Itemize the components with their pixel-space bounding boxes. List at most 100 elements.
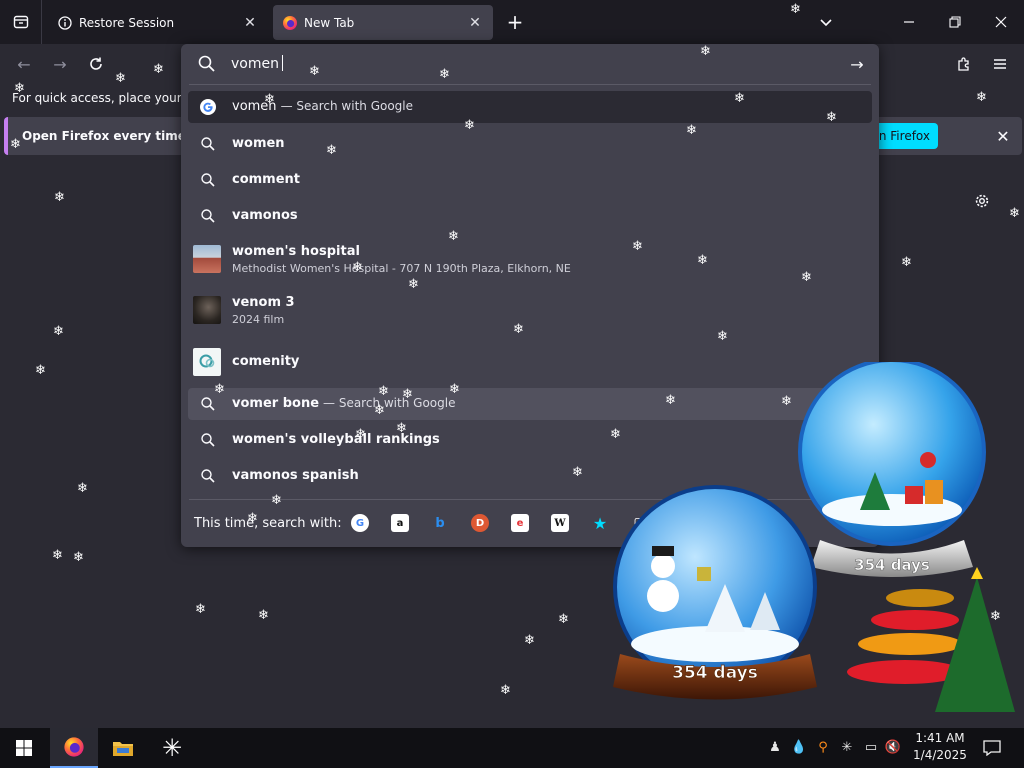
result-row[interactable]: vomen — Search with Google xyxy=(188,91,872,123)
tray-snowflake-icon[interactable]: ✳ xyxy=(838,738,856,756)
result-row[interactable]: venom 3 2024 film xyxy=(188,289,872,333)
back-button[interactable]: ← xyxy=(12,52,36,76)
result-row[interactable]: vamonos xyxy=(188,200,872,232)
minimize-icon xyxy=(904,21,914,23)
folder-icon xyxy=(113,742,133,756)
arrow-left-icon: ← xyxy=(17,54,31,74)
taskbar-clock[interactable]: 1:41 AM 1/4/2025 xyxy=(906,730,974,764)
firefox-icon xyxy=(64,737,84,757)
close-window-button[interactable] xyxy=(978,0,1024,44)
text-caret xyxy=(281,55,283,71)
search-icon xyxy=(201,469,215,483)
tab-label: New Tab xyxy=(304,15,355,30)
film-thumbnail xyxy=(193,296,221,324)
globe-days-label: 354 days xyxy=(672,663,758,683)
hamburger-menu-icon xyxy=(994,59,1006,69)
hospital-thumbnail xyxy=(193,245,221,273)
result-title: vomen — Search with Google xyxy=(232,99,414,114)
result-row[interactable]: women xyxy=(188,128,872,160)
result-title: vamonos xyxy=(232,208,298,223)
snowflake-icon: ❄ xyxy=(1009,206,1020,221)
tray-search-icon[interactable]: ⚲ xyxy=(814,738,832,756)
taskbar-file-explorer[interactable] xyxy=(99,728,147,768)
snowman xyxy=(647,580,679,612)
go-button[interactable]: → xyxy=(847,54,867,74)
urlbar-input-row[interactable]: vomen → xyxy=(181,44,879,84)
taskbar-snow-app[interactable]: ✳ xyxy=(148,728,196,768)
windows-logo-icon xyxy=(16,740,32,756)
light-swirl xyxy=(871,610,959,630)
result-subtitle: Methodist Women's Hospital - 707 N 190th… xyxy=(232,262,571,275)
snowman-head xyxy=(651,554,675,578)
google-icon[interactable]: G xyxy=(351,514,369,532)
snowflake-icon: ❄ xyxy=(195,602,206,617)
gear-icon xyxy=(975,194,989,208)
list-all-tabs-button[interactable] xyxy=(814,10,838,34)
result-row[interactable]: women's hospital Methodist Women's Hospi… xyxy=(188,238,872,282)
urlbar-input[interactable]: vomen xyxy=(231,55,283,72)
reload-icon xyxy=(90,57,102,70)
search-icon xyxy=(201,173,215,187)
search-icon xyxy=(201,433,215,447)
network-icon[interactable]: ▭ xyxy=(862,738,880,756)
start-button[interactable] xyxy=(0,728,48,768)
snowman-hat xyxy=(652,546,674,556)
arrow-right-icon: → xyxy=(850,54,864,74)
close-tab-icon[interactable]: ✕ xyxy=(238,11,262,35)
minimize-button[interactable] xyxy=(886,0,932,44)
bing-icon[interactable]: b xyxy=(431,514,449,532)
close-icon xyxy=(995,16,1007,28)
close-tab-icon[interactable]: ✕ xyxy=(463,11,487,35)
result-subtitle: 2024 film xyxy=(232,313,285,326)
forward-button[interactable]: → xyxy=(48,52,72,76)
tab-new-tab[interactable]: New Tab ✕ xyxy=(273,5,493,40)
wikipedia-icon[interactable]: W xyxy=(551,514,569,532)
tree-star-icon xyxy=(971,567,983,579)
clock-time: 1:41 AM xyxy=(915,731,965,745)
close-icon: ✕ xyxy=(996,126,1010,146)
ebay-icon[interactable]: e xyxy=(511,514,529,532)
firefox-icon xyxy=(282,15,298,31)
snowflake-icon: ❄ xyxy=(558,612,569,627)
snowflake-icon: ❄ xyxy=(258,608,269,623)
tray-drop-icon[interactable]: 💧 xyxy=(790,738,808,756)
app-menu-button[interactable] xyxy=(988,52,1012,76)
taskbar-firefox[interactable] xyxy=(50,728,98,768)
tray-people-icon[interactable]: ♟ xyxy=(766,738,784,756)
info-icon xyxy=(57,15,73,31)
globe-days-label: 354 days xyxy=(854,556,930,574)
restore-window-icon xyxy=(949,16,961,28)
restore-button[interactable] xyxy=(932,0,978,44)
search-icon xyxy=(198,55,215,72)
santa-hat xyxy=(920,452,936,468)
newtab-settings-button[interactable] xyxy=(971,190,993,212)
snowflake-icon: ❄ xyxy=(500,683,511,698)
clock-date: 1/4/2025 xyxy=(913,748,967,762)
firefox-view-button[interactable] xyxy=(0,0,42,44)
search-icon xyxy=(201,209,215,223)
result-action: — Search with Google xyxy=(323,396,456,410)
tab-restore-session[interactable]: Restore Session ✕ xyxy=(48,5,268,40)
new-tab-button[interactable]: + xyxy=(502,9,528,35)
amazon-icon[interactable]: a xyxy=(391,514,409,532)
close-notification-button[interactable]: ✕ xyxy=(992,125,1014,147)
action-center-button[interactable] xyxy=(980,736,1004,760)
result-row[interactable]: comment xyxy=(188,164,872,196)
google-icon xyxy=(200,99,216,115)
result-title: comenity xyxy=(232,354,300,369)
snowflake-icon: ✳ xyxy=(161,734,183,762)
result-title: women xyxy=(232,136,285,151)
reload-button[interactable] xyxy=(84,52,108,76)
duckduckgo-icon[interactable]: D xyxy=(471,514,489,532)
extensions-button[interactable] xyxy=(952,52,976,76)
light-swirl xyxy=(858,633,962,655)
one-off-search-label: This time, search with: xyxy=(194,516,342,531)
result-title: vomer bone — Search with Google xyxy=(232,396,456,411)
taskbar: ✳ ♟ 💧 ⚲ ✳ ▭ 🔇 1:41 AM 1/4/2025 xyxy=(0,728,1024,768)
volume-muted-icon[interactable]: 🔇 xyxy=(884,738,902,756)
puzzle-icon xyxy=(958,57,969,71)
snowflake-icon: ❄ xyxy=(53,324,64,339)
gift-box xyxy=(925,480,943,504)
snowflake-icon: ❄ xyxy=(901,255,912,270)
gift-box xyxy=(697,567,711,581)
